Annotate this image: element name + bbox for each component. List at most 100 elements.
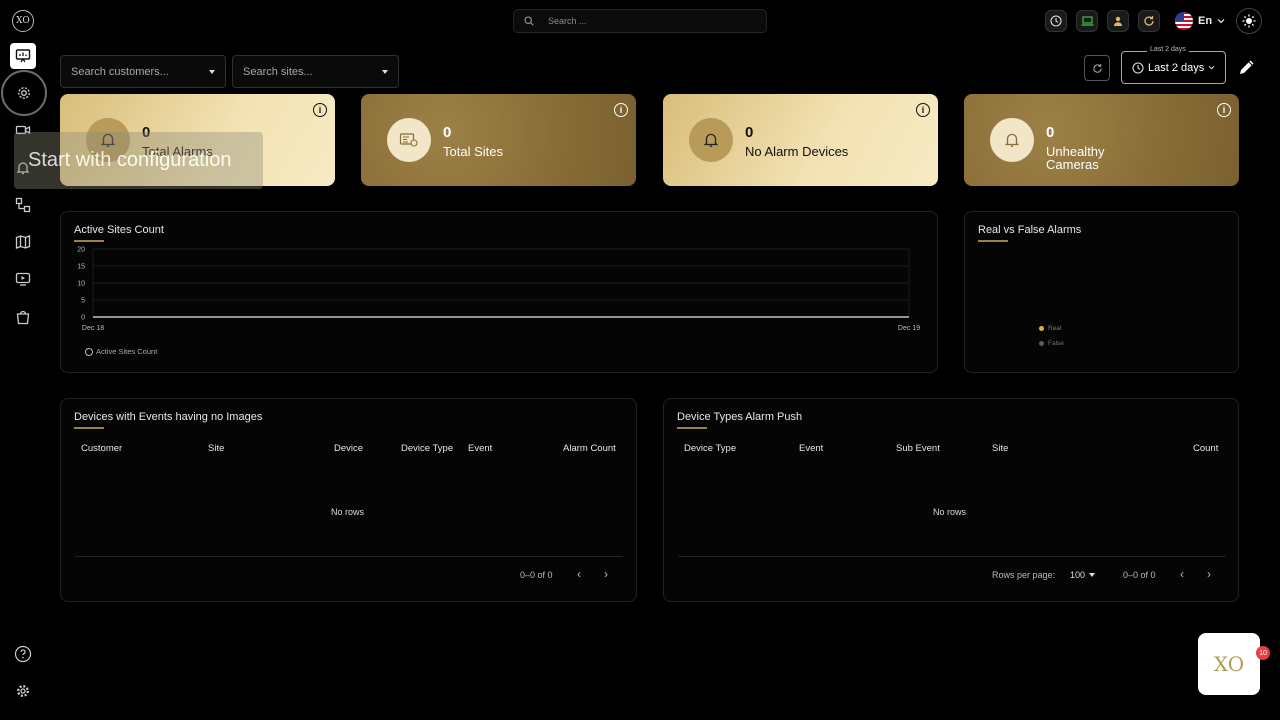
history-button[interactable]	[1045, 10, 1067, 32]
rows-per-page-value: 100	[1070, 570, 1086, 580]
device-types-push-panel: Device Types Alarm Push Device Type Even…	[663, 398, 1239, 602]
total-sites-card[interactable]: 0 Total Sites i	[361, 94, 636, 186]
refresh-dashboard-button[interactable]	[1084, 55, 1110, 81]
devices-button[interactable]	[1076, 10, 1098, 32]
card-label: Total Sites	[443, 144, 503, 159]
caret-down-icon	[209, 70, 215, 74]
panel-title: Device Types Alarm Push	[677, 411, 803, 423]
active-sites-panel: Active Sites Count 20 15 10 5 0 Dec 18 Dec 19 …	[60, 211, 938, 373]
column-header[interactable]: Customer	[81, 443, 122, 454]
column-header[interactable]: Device Type	[684, 443, 736, 454]
column-header[interactable]: Event	[799, 443, 823, 454]
dashboard-nav-button[interactable]	[10, 43, 36, 69]
gear-icon	[18, 87, 30, 99]
title-underline	[677, 427, 707, 429]
onboarding-tooltip: Start with configuration	[14, 132, 263, 189]
app-logo: XO	[12, 10, 34, 32]
legend-label: Active Sites Count	[96, 347, 158, 356]
assistant-launcher-button[interactable]: XO	[1198, 633, 1260, 695]
empty-state: No rows	[933, 507, 967, 517]
column-header[interactable]: Device	[334, 443, 363, 454]
column-header[interactable]: Device Type	[401, 443, 453, 454]
column-header[interactable]: Event	[468, 443, 492, 454]
global-search-input[interactable]	[548, 16, 748, 26]
column-header[interactable]: Site	[992, 443, 1008, 454]
user-icon	[1114, 16, 1122, 26]
date-range-legend: Last 2 days	[1147, 46, 1189, 53]
panel-title: Real vs False Alarms	[978, 224, 1082, 236]
refresh-icon	[1144, 16, 1154, 26]
unhealthy-cameras-card[interactable]: 0 Unhealthy Cameras i	[964, 94, 1239, 186]
theme-toggle-button[interactable]	[1236, 8, 1262, 34]
x-tick-label: Dec 19	[898, 325, 920, 332]
devices-no-images-panel: Devices with Events having no Images Cus…	[60, 398, 637, 602]
caret-down-icon	[1089, 573, 1096, 577]
language-label: En	[1198, 15, 1213, 27]
title-underline	[74, 427, 104, 429]
chevron-down-icon	[1208, 65, 1215, 70]
card-label: No Alarm Devices	[745, 144, 849, 159]
site-settings-icon	[399, 133, 418, 147]
column-header[interactable]: Sub Event	[896, 443, 940, 454]
caret-down-icon	[382, 70, 388, 74]
panel-title: Devices with Events having no Images	[74, 411, 263, 423]
empty-state: No rows	[331, 507, 365, 517]
next-page-button[interactable]: ›	[1207, 567, 1211, 581]
profile-button[interactable]	[1107, 10, 1129, 32]
real-vs-false-panel: Real vs False Alarms Real False	[964, 211, 1239, 373]
integrations-nav-button[interactable]	[10, 192, 36, 218]
info-icon[interactable]: i	[313, 103, 327, 117]
column-header[interactable]: Count	[1193, 443, 1218, 454]
prev-page-button[interactable]: ‹	[577, 567, 581, 581]
sun-icon	[1242, 14, 1256, 28]
y-tick-label: 20	[77, 247, 85, 254]
configuration-nav-button[interactable]	[1, 70, 47, 116]
column-header[interactable]: Alarm Count	[563, 443, 616, 454]
playback-nav-button[interactable]	[10, 266, 36, 292]
chevron-down-icon	[1217, 19, 1225, 24]
store-nav-button[interactable]	[10, 304, 36, 330]
rows-per-page-select[interactable]: 100	[1070, 570, 1096, 580]
map-icon	[15, 235, 31, 249]
search-icon	[524, 16, 534, 26]
date-range-select[interactable]: Last 2 days	[1121, 51, 1226, 84]
refresh-icon	[1092, 63, 1102, 73]
legend-label: False	[1048, 340, 1064, 347]
language-selector[interactable]: En	[1175, 11, 1225, 31]
y-tick-label: 5	[81, 298, 85, 305]
settings-nav-button[interactable]	[10, 678, 36, 704]
rows-per-page-label: Rows per page:	[992, 570, 1056, 580]
legend-dot	[1039, 341, 1044, 346]
info-icon[interactable]: i	[1217, 103, 1231, 117]
info-icon[interactable]: i	[916, 103, 930, 117]
pagination-text: 0–0 of 0	[1123, 570, 1156, 580]
refresh-top-button[interactable]	[1138, 10, 1160, 32]
divider	[678, 556, 1226, 557]
y-tick-label: 0	[81, 315, 85, 322]
nodes-icon	[15, 197, 31, 213]
next-page-button[interactable]: ›	[604, 567, 608, 581]
column-header[interactable]: Site	[208, 443, 224, 454]
map-nav-button[interactable]	[10, 229, 36, 255]
global-search[interactable]	[513, 9, 767, 33]
info-icon[interactable]: i	[614, 103, 628, 117]
site-select-placeholder: Search sites...	[243, 65, 313, 78]
edit-dashboard-button[interactable]	[1237, 57, 1257, 77]
legend-item-real: Real	[1039, 321, 1064, 336]
site-select[interactable]: Search sites...	[232, 55, 399, 88]
prev-page-button[interactable]: ‹	[1180, 567, 1184, 581]
card-value: 0	[1046, 124, 1055, 141]
card-icon-circle	[387, 118, 431, 162]
chart-legend: Active Sites Count	[85, 347, 157, 356]
y-tick-label: 10	[77, 281, 85, 288]
divider	[75, 556, 623, 557]
play-screen-icon	[15, 272, 31, 286]
help-nav-button[interactable]	[10, 641, 36, 667]
customer-select[interactable]: Search customers...	[60, 55, 226, 88]
laptop-icon	[1081, 16, 1093, 26]
title-underline	[978, 240, 1008, 242]
x-tick-label: Dec 18	[82, 325, 104, 332]
active-sites-chart: 20 15 10 5 0 Dec 18 Dec 19	[77, 247, 920, 333]
dashboard-icon	[15, 49, 31, 63]
no-alarm-devices-card[interactable]: 0 No Alarm Devices i	[663, 94, 938, 186]
